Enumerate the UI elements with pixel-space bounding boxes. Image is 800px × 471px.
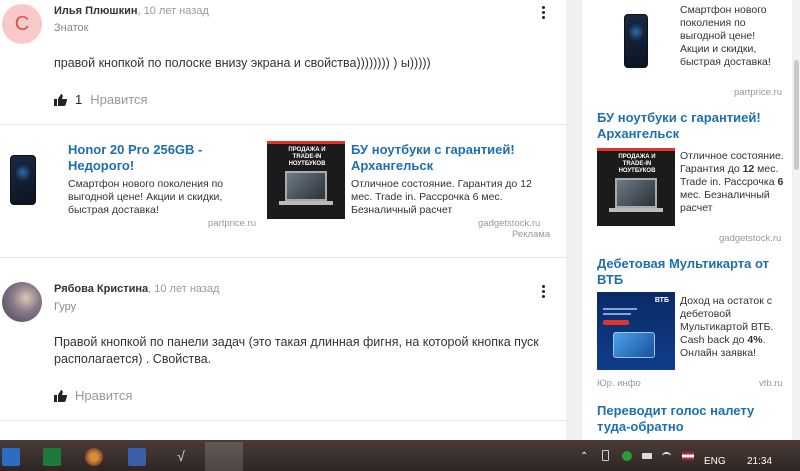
save-app-icon[interactable]: [128, 448, 146, 466]
language-indicator[interactable]: ENG: [704, 456, 726, 467]
wifi-icon[interactable]: [662, 452, 671, 460]
scrollbar-thumb[interactable]: [794, 60, 799, 170]
check-app-icon[interactable]: √: [172, 448, 190, 466]
ad-image-phone[interactable]: [10, 155, 36, 205]
author-name[interactable]: Рябова Кристина: [54, 283, 148, 295]
scrollbar[interactable]: [793, 0, 800, 440]
security-icon[interactable]: [622, 451, 632, 461]
tray-chevron-icon[interactable]: ⌃: [580, 451, 588, 462]
ad-item: Honor 20 Pro 256GB - Недорого! Смартфон …: [68, 142, 258, 217]
more-options-icon[interactable]: [539, 284, 547, 300]
excel-app-icon[interactable]: [43, 448, 61, 466]
ad-image-laptop[interactable]: ПРОДАЖА И TRADE-IN НОУТБУКОВ: [597, 148, 675, 226]
answer-text: Правой кнопкой по панели задач (это така…: [54, 335, 539, 366]
language-flag-icon[interactable]: [682, 452, 694, 460]
ad-title[interactable]: Honor 20 Pro 256GB - Недорого!: [68, 142, 258, 174]
ad-description: Смартфон нового поколения по выгодной це…: [68, 178, 224, 216]
ad-block: Honor 20 Pro 256GB - Недорого! Смартфон …: [0, 125, 566, 257]
page: С Илья Плюшкин, 10 лет назад Знаток прав…: [0, 0, 800, 440]
sidebar-ads: Смартфон нового поколения по выгодной це…: [582, 0, 792, 440]
ad-description: Отличное состояние. Гарантия до 12 мес. …: [680, 150, 784, 214]
ad-domain[interactable]: gadgetstock.ru: [719, 233, 781, 244]
more-options-icon[interactable]: [539, 5, 547, 21]
like-label: Нравится: [90, 92, 148, 107]
ad-title[interactable]: БУ ноутбуки с гарантией! Архангельск: [351, 142, 551, 174]
answer-card: С Илья Плюшкин, 10 лет назад Знаток прав…: [0, 0, 566, 124]
like-count: 1: [75, 92, 83, 107]
ad-image-brand: ВТБ: [654, 297, 669, 304]
battery-icon[interactable]: [642, 453, 652, 459]
ad-description: Смартфон нового поколения по выгодной це…: [680, 4, 771, 68]
ad-title[interactable]: Дебетовая Мультикарта от ВТБ: [597, 256, 787, 288]
ad-description: Доход на остаток с дебетовой Мультикарто…: [680, 295, 774, 359]
media-app-icon[interactable]: [85, 448, 103, 466]
taskbar: √ ⌃ ENG 21:34: [0, 440, 800, 471]
ad-image-laptop[interactable]: ПРОДАЖА И TRADE-IN НОУТБУКОВ: [267, 141, 345, 219]
ad-title[interactable]: БУ ноутбуки с гарантией! Архангельск: [597, 110, 787, 142]
author-rank: Гуру: [54, 301, 77, 313]
ad-domain[interactable]: partprice.ru: [734, 87, 782, 98]
ad-description: Отличное состояние. Гарантия до 12 мес. …: [351, 178, 532, 216]
like-label: Нравится: [75, 388, 133, 403]
author-name[interactable]: Илья Плюшкин: [54, 5, 138, 17]
answer-time: , 10 лет назад: [148, 283, 220, 295]
ad-image-phone[interactable]: [624, 14, 648, 68]
clock[interactable]: 21:34: [747, 456, 772, 467]
ad-source: Юр. инфо: [597, 378, 641, 389]
divider: [0, 420, 566, 421]
thumb-up-icon: [54, 389, 67, 402]
usb-icon[interactable]: [602, 450, 609, 461]
ad-domain[interactable]: gadgetstock.ru: [478, 218, 540, 229]
author-line: Илья Плюшкин, 10 лет назад: [54, 5, 209, 17]
like-button[interactable]: Нравится: [54, 388, 132, 403]
answers-column: С Илья Плюшкин, 10 лет назад Знаток прав…: [0, 0, 566, 440]
ad-item: БУ ноутбуки с гарантией! Архангельск Отл…: [351, 142, 551, 217]
author-rank: Знаток: [54, 22, 89, 34]
ad-domain[interactable]: vtb.ru: [759, 378, 783, 389]
avatar[interactable]: [2, 282, 42, 322]
answer-card: Рябова Кристина, 10 лет назад Гуру Право…: [0, 258, 566, 420]
active-app-icon[interactable]: [205, 442, 243, 471]
author-line: Рябова Кристина, 10 лет назад: [54, 283, 219, 295]
like-button[interactable]: 1 Нравится: [54, 92, 148, 107]
avatar[interactable]: С: [2, 4, 42, 44]
ad-image-caption: ПРОДАЖА И TRADE-IN НОУТБУКОВ: [618, 154, 656, 174]
ad-image-vtb-card[interactable]: ВТБ: [597, 292, 675, 370]
ad-domain[interactable]: partprice.ru: [208, 218, 256, 229]
ad-label: Реклама: [512, 229, 551, 240]
answer-time: , 10 лет назад: [137, 5, 209, 17]
word-app-icon[interactable]: [2, 448, 20, 466]
ad-title[interactable]: Переводит голос налету туда-обратно: [597, 403, 787, 435]
ad-image-caption: ПРОДАЖА И TRADE-IN НОУТБУКОВ: [288, 147, 326, 167]
thumb-up-icon: [54, 93, 67, 106]
answer-text: правой кнопкой по полоске внизу экрана и…: [54, 56, 431, 70]
